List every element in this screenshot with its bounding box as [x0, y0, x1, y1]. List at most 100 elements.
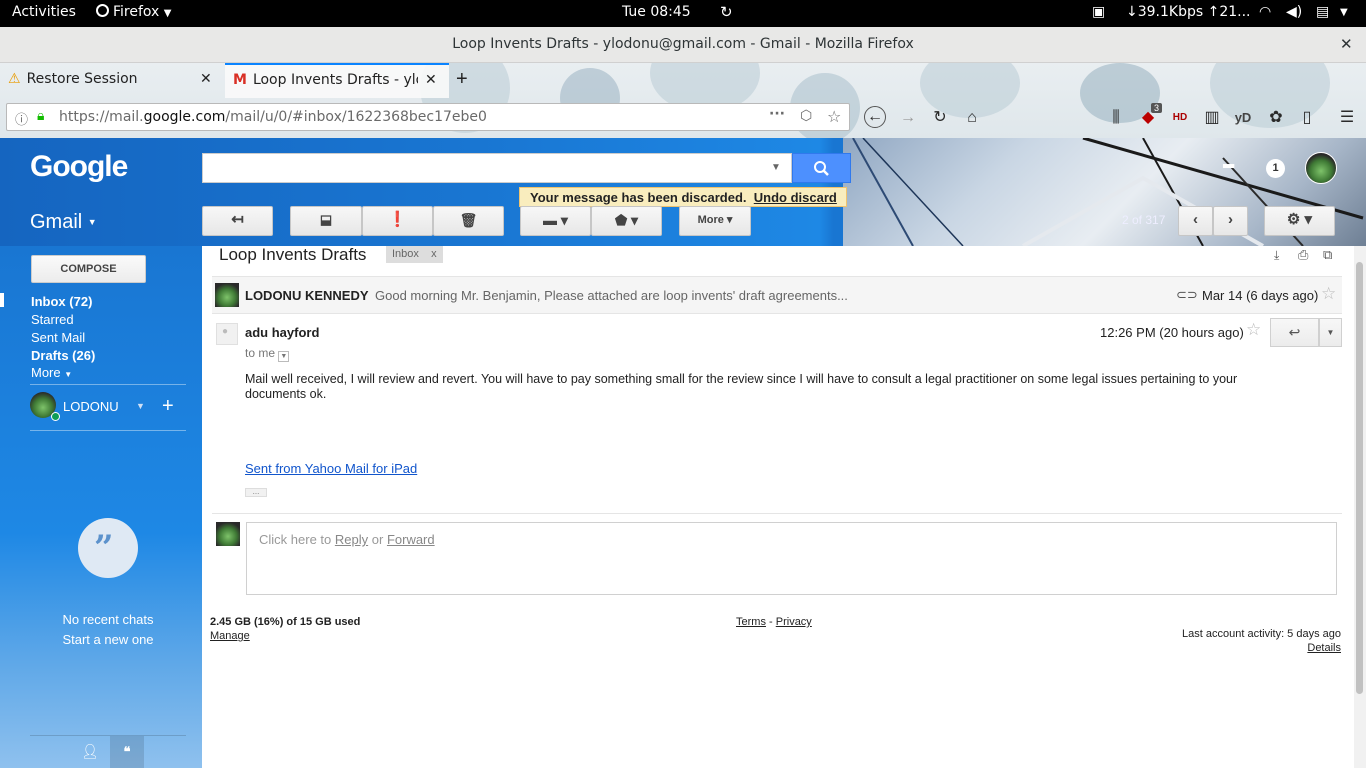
bookmark-star-icon[interactable]: ☆ [827, 107, 841, 126]
library-icon[interactable]: ⫼ [1106, 108, 1126, 128]
settings-button[interactable]: ⚙ ▾ [1264, 206, 1335, 236]
inbox-label-chip[interactable]: Inbox x [386, 246, 443, 263]
divider [30, 735, 186, 736]
gmail-label: Gmail [30, 211, 83, 233]
reader-icon[interactable]: ▥ [1202, 108, 1222, 128]
volume-icon[interactable]: ◀) [1286, 4, 1302, 20]
folder-icon: ▬ ▾ [543, 212, 568, 228]
labels-button[interactable]: ⬟ ▾ [591, 206, 662, 236]
details-dropdown-icon[interactable]: ▼ [278, 351, 290, 362]
yd-extension-icon[interactable]: yD [1233, 108, 1253, 128]
add-chat-icon[interactable]: + [162, 395, 174, 418]
refresh-icon: ↻ [720, 3, 733, 21]
lock-icon[interactable]: 🔒︎ [37, 108, 44, 124]
hangouts-chat-icon[interactable]: ❝ [110, 736, 144, 768]
tab-restore-session[interactable]: ⚠ Restore Session ✕ [0, 63, 224, 98]
sidebar-item-inbox[interactable]: Inbox (72) [31, 294, 92, 309]
person-icon: ● [222, 326, 229, 337]
tab-gmail[interactable]: M Loop Invents Drafts - ylodonu ✕ [225, 63, 449, 98]
clock[interactable]: Tue 08:45 [622, 4, 691, 20]
star-icon[interactable]: ☆ [1246, 320, 1261, 340]
close-tab-icon[interactable]: ✕ [425, 72, 437, 88]
account-avatar[interactable] [1305, 152, 1337, 184]
recipient-line[interactable]: to me ▼ [245, 346, 290, 362]
notice-text: Your message has been discarded. [530, 190, 747, 205]
body-line: documents ok. [245, 387, 327, 401]
new-window-icon[interactable]: ⧉ [1323, 247, 1332, 263]
attachment-icon: ⊂⊃ [1176, 287, 1198, 302]
sidebar-item-sent[interactable]: Sent Mail [31, 330, 85, 345]
reply-link[interactable]: Reply [335, 532, 368, 547]
close-window-icon[interactable]: ✕ [1340, 35, 1353, 53]
forward-icon[interactable]: → [898, 108, 918, 128]
page-actions-icon[interactable]: ··· [769, 106, 785, 122]
reply-box[interactable]: Click here to Reply or Forward [246, 522, 1337, 595]
report-spam-button[interactable]: ❗ [362, 206, 433, 236]
search-button[interactable] [792, 153, 851, 183]
newer-button[interactable]: ‹ [1178, 206, 1213, 236]
archive-button[interactable]: ⬓ [290, 206, 362, 236]
back-icon[interactable]: ← [864, 106, 886, 128]
print-icon[interactable]: ⎙ [1298, 247, 1308, 263]
more-reply-options-button[interactable]: ▼ [1319, 318, 1342, 347]
back-to-inbox-button[interactable]: ↤ [202, 206, 273, 236]
hamburger-menu-icon[interactable]: ☰ [1337, 108, 1357, 128]
delete-button[interactable]: 🗑︎ [433, 206, 504, 236]
home-icon[interactable]: ⌂ [962, 108, 982, 128]
more-actions-button[interactable]: More ▾ [679, 206, 751, 236]
show-trimmed-content-button[interactable]: ... [245, 488, 267, 497]
signature-link[interactable]: Sent from Yahoo Mail for iPad [245, 461, 417, 476]
activity-details-link[interactable]: Details [1102, 642, 1341, 654]
info-icon[interactable]: ⓘ [15, 109, 28, 128]
app-menu[interactable]: Firefox ▼ [96, 4, 172, 20]
privacy-link[interactable]: Privacy [776, 616, 812, 628]
hd-extension-icon[interactable]: HD [1170, 108, 1190, 128]
reply-prompt: Click here to [259, 532, 332, 547]
sidebar-item-more[interactable]: More ▼ [31, 365, 72, 380]
new-tab-icon[interactable]: + [456, 68, 468, 91]
wifi-icon[interactable]: ◠ [1259, 4, 1271, 20]
star-icon[interactable]: ☆ [1321, 284, 1336, 304]
camera-icon[interactable]: ▣ [1092, 4, 1105, 20]
notifications-badge[interactable]: 1 [1266, 159, 1285, 178]
firefox-icon [96, 4, 109, 17]
terms-link[interactable]: Terms [736, 616, 766, 628]
signature-link-text[interactable]: Sent from Yahoo Mail for iPad [245, 461, 417, 476]
manage-storage-link[interactable]: Manage [210, 630, 250, 642]
scrollbar[interactable] [1354, 246, 1366, 768]
sidebar-item-starred[interactable]: Starred [31, 312, 74, 327]
start-new-chat-link[interactable]: Start a new one [0, 632, 216, 647]
chevron-down-icon[interactable]: ▼ [136, 401, 145, 411]
activities-button[interactable]: Activities [12, 4, 76, 20]
reload-icon[interactable]: ↻ [930, 108, 950, 128]
sidebar-item-drafts[interactable]: Drafts (26) [31, 348, 95, 363]
app-menu-label: Firefox [113, 4, 160, 20]
contacts-icon[interactable]: 👤︎ [81, 743, 99, 760]
spam-icon: ❗ [388, 211, 407, 228]
url-text[interactable]: https://mail.google.com/mail/u/0/#inbox/… [59, 109, 487, 125]
reply-button[interactable]: ↩ [1270, 318, 1319, 347]
older-button[interactable]: › [1213, 206, 1248, 236]
google-logo[interactable]: Google [30, 150, 128, 184]
search-options-icon[interactable]: ▼ [771, 162, 781, 173]
apps-grid-icon[interactable]: ▪▪▪ [1222, 158, 1235, 176]
remove-label-icon[interactable]: x [431, 248, 437, 260]
gmail-switcher[interactable]: Gmail ▼ [30, 211, 97, 234]
close-tab-icon[interactable]: ✕ [200, 71, 212, 87]
scrollbar-thumb[interactable] [1356, 262, 1363, 694]
move-to-button[interactable]: ▬ ▾ [520, 206, 591, 236]
gnome-extension-icon[interactable]: ✿ [1266, 108, 1286, 128]
hangouts-account-name[interactable]: LODONU [63, 399, 119, 414]
pocket-icon[interactable]: ⬡ [800, 108, 812, 124]
system-menu-icon[interactable]: ▼ [1340, 7, 1348, 18]
search-input[interactable]: ▼ [202, 153, 792, 183]
compose-button[interactable]: COMPOSE [31, 255, 146, 283]
battery-icon[interactable]: ▤ [1316, 4, 1329, 20]
forward-link[interactable]: Forward [387, 532, 435, 547]
url-bar[interactable]: ⓘ 🔒︎ https://mail.google.com/mail/u/0/#i… [6, 103, 850, 131]
notes-icon[interactable]: ▯ [1297, 108, 1317, 128]
collapsed-message[interactable]: LODONU KENNEDY Good morning Mr. Benjamin… [212, 277, 1342, 314]
tab-label: Restore Session [26, 71, 138, 87]
download-icon[interactable]: ⤓ [1274, 248, 1279, 263]
undo-discard-link[interactable]: Undo discard [754, 190, 837, 205]
